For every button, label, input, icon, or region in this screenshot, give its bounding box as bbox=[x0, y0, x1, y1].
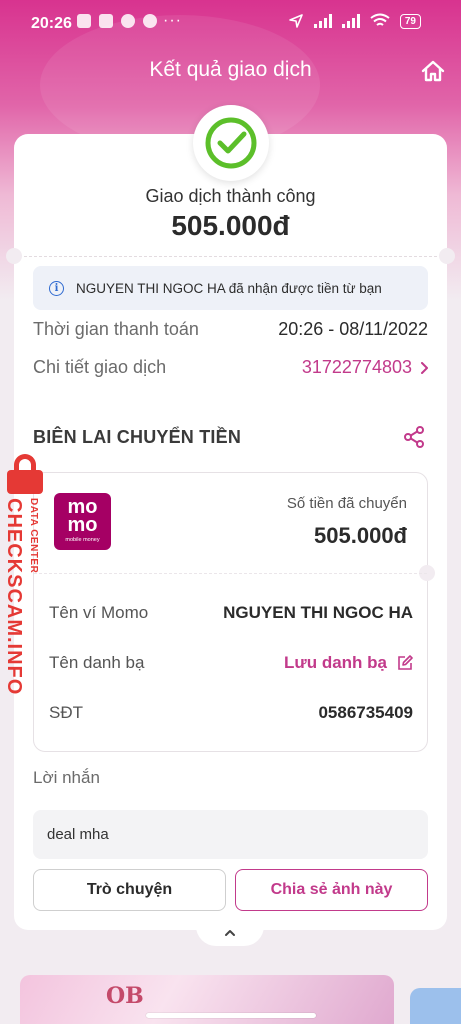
edit-icon bbox=[398, 655, 413, 670]
location-icon bbox=[289, 14, 303, 28]
card-divider bbox=[24, 256, 437, 257]
battery-icon: 79 bbox=[399, 13, 421, 29]
status-time: 20:26 bbox=[31, 15, 72, 32]
transaction-detail-label: Chi tiết giao dịch bbox=[33, 357, 167, 377]
save-contact-link[interactable]: Lưu danh bạ bbox=[284, 653, 413, 673]
receipt-card: mo mo mobile money Số tiền đã chuyển 505… bbox=[33, 472, 435, 752]
momo-logo: mo mo mobile money bbox=[54, 493, 111, 550]
star-notification-icon bbox=[143, 14, 157, 28]
transaction-id-link[interactable]: 31722774803 bbox=[302, 357, 428, 378]
collapse-toggle[interactable] bbox=[196, 920, 264, 946]
receipt-divider bbox=[34, 573, 427, 574]
transaction-detail-row[interactable]: Chi tiết giao dịch 31722774803 bbox=[33, 357, 428, 378]
info-icon: i bbox=[49, 280, 64, 296]
wallet-name-row: Tên ví Momo NGUYEN THI NGOC HA bbox=[49, 603, 413, 623]
message-label: Lời nhắn bbox=[33, 768, 100, 787]
system-nav-bar bbox=[0, 1004, 461, 1024]
wifi-icon bbox=[370, 13, 390, 26]
watermark: CHECKSCAM.INFO DATA CENTER bbox=[0, 452, 50, 695]
app-notification-icon bbox=[99, 14, 113, 28]
chevron-right-icon bbox=[421, 361, 428, 374]
message-text: deal mha bbox=[47, 826, 109, 843]
page-title: Kết quả giao dịch bbox=[149, 58, 312, 81]
contact-name-label: Tên danh bạ bbox=[49, 653, 145, 672]
wallet-name-value: NGUYEN THI NGOC HA bbox=[223, 603, 413, 622]
home-icon[interactable] bbox=[420, 58, 446, 84]
home-indicator[interactable] bbox=[146, 1013, 316, 1018]
chevron-up-icon bbox=[225, 930, 235, 936]
avatar-notification-icon bbox=[121, 14, 135, 28]
signal-1-icon bbox=[313, 14, 332, 28]
card-notch-left bbox=[6, 248, 22, 264]
receipt-section-title: BIÊN LAI CHUYỂN TIỀN bbox=[33, 427, 242, 447]
notification-icons bbox=[77, 14, 157, 28]
payment-time-value: 20:26 - 08/11/2022 bbox=[278, 319, 428, 339]
payment-time-row: Thời gian thanh toán 20:26 - 08/11/2022 bbox=[33, 319, 428, 340]
signal-2-icon bbox=[341, 14, 360, 28]
result-title: Giao dịch thành công bbox=[145, 186, 316, 206]
phone-value: 0586735409 bbox=[318, 703, 413, 722]
sent-amount-value: 505.000đ bbox=[314, 523, 407, 548]
share-image-button[interactable]: Chia sẻ ảnh này bbox=[235, 869, 428, 911]
contact-name-row: Tên danh bạ Lưu danh bạ bbox=[49, 653, 413, 673]
share-icon[interactable] bbox=[402, 425, 426, 449]
wallet-name-label: Tên ví Momo bbox=[49, 603, 149, 622]
card-notch-right bbox=[439, 248, 455, 264]
more-notifications-icon: ··· bbox=[163, 12, 182, 29]
save-contact-label: Lưu danh bạ bbox=[284, 653, 387, 672]
lock-icon bbox=[3, 454, 47, 494]
sent-amount-label: Số tiền đã chuyển bbox=[286, 495, 407, 512]
chat-button[interactable]: Trò chuyện bbox=[33, 869, 226, 911]
info-message: NGUYEN THI NGOC HA đã nhận được tiền từ … bbox=[76, 280, 382, 296]
system-icons: 79 bbox=[288, 13, 421, 29]
info-banner: i NGUYEN THI NGOC HA đã nhận được tiền t… bbox=[33, 266, 428, 310]
payment-time-label: Thời gian thanh toán bbox=[33, 319, 199, 339]
phone-row: SĐT 0586735409 bbox=[49, 703, 413, 723]
status-bar: 20:26 ··· 79 bbox=[0, 0, 461, 50]
watermark-site: CHECKSCAM.INFO bbox=[3, 498, 25, 696]
mute-icon bbox=[77, 14, 91, 28]
success-badge bbox=[193, 105, 269, 181]
message-box: deal mha bbox=[33, 810, 428, 859]
watermark-sub: DATA CENTER bbox=[28, 498, 39, 574]
result-amount: 505.000đ bbox=[171, 210, 290, 241]
check-circle-icon bbox=[205, 117, 257, 169]
phone-label: SĐT bbox=[49, 703, 83, 722]
transaction-id: 31722774803 bbox=[301, 357, 412, 377]
